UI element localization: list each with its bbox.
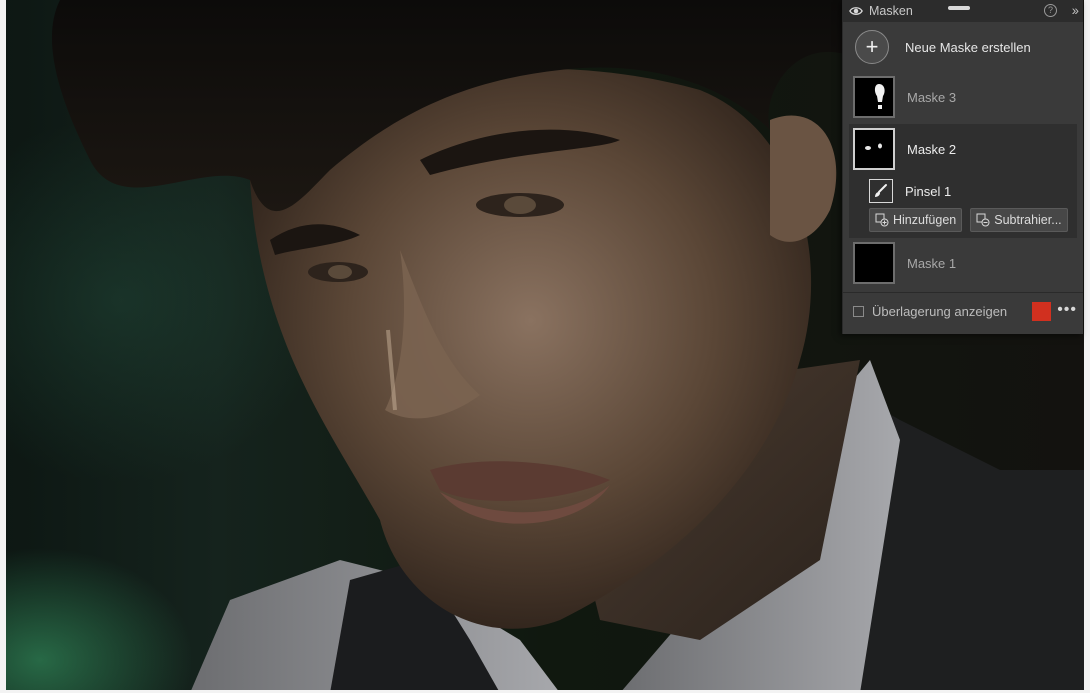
collapse-icon[interactable]: ›› bbox=[1072, 2, 1079, 18]
eye-icon[interactable] bbox=[849, 4, 863, 18]
active-mask-group: Maske 2 Pinsel 1 Hinzufügen Subtrahier..… bbox=[849, 124, 1077, 238]
drag-handle[interactable] bbox=[948, 6, 970, 10]
subtract-mask-icon bbox=[976, 213, 990, 227]
mask-thumbnail bbox=[853, 76, 895, 118]
subtract-button-label: Subtrahier... bbox=[994, 213, 1062, 227]
overlay-checkbox[interactable] bbox=[853, 305, 864, 317]
mask-name: Maske 2 bbox=[907, 141, 957, 157]
photo-border-right bbox=[1084, 0, 1090, 693]
new-mask-button[interactable]: + Neue Maske erstellen bbox=[843, 22, 1083, 72]
mask-preview-icon bbox=[874, 84, 885, 109]
add-button-label: Hinzufügen bbox=[893, 213, 957, 227]
add-button[interactable]: Hinzufügen bbox=[869, 208, 963, 232]
mask-item-1[interactable]: Maske 1 bbox=[843, 238, 1083, 288]
plus-icon[interactable]: + bbox=[855, 30, 889, 64]
mask-name: Maske 3 bbox=[907, 89, 957, 105]
help-icon[interactable]: ? bbox=[1044, 4, 1057, 17]
overlay-row: Überlagerung anzeigen ••• bbox=[843, 293, 1083, 329]
subtract-button[interactable]: Subtrahier... bbox=[970, 208, 1068, 232]
masks-panel: Masken ? ›› + Neue Maske erstellen Maske… bbox=[842, 0, 1083, 334]
mask-thumbnail bbox=[853, 242, 895, 284]
photo-border-left bbox=[0, 0, 6, 693]
tool-name: Pinsel 1 bbox=[905, 183, 952, 199]
mask-item-3[interactable]: Maske 3 bbox=[843, 72, 1083, 122]
brush-icon bbox=[869, 179, 893, 203]
mask-preview-icon bbox=[865, 143, 882, 150]
brush-component[interactable]: Pinsel 1 bbox=[849, 174, 1077, 208]
more-icon[interactable]: ••• bbox=[1057, 301, 1077, 319]
mask-thumbnail bbox=[853, 128, 895, 170]
add-mask-icon bbox=[875, 213, 889, 227]
new-mask-label: Neue Maske erstellen bbox=[905, 39, 1031, 55]
overlay-color-swatch[interactable] bbox=[1032, 302, 1051, 321]
mask-item-2[interactable]: Maske 2 bbox=[849, 124, 1077, 174]
overlay-label[interactable]: Überlagerung anzeigen bbox=[872, 304, 1007, 319]
panel-title: Masken bbox=[869, 4, 913, 18]
panel-header[interactable]: Masken ? ›› bbox=[843, 0, 1083, 22]
mask-name: Maske 1 bbox=[907, 255, 957, 271]
mask-actions: Hinzufügen Subtrahier... bbox=[849, 208, 1077, 232]
